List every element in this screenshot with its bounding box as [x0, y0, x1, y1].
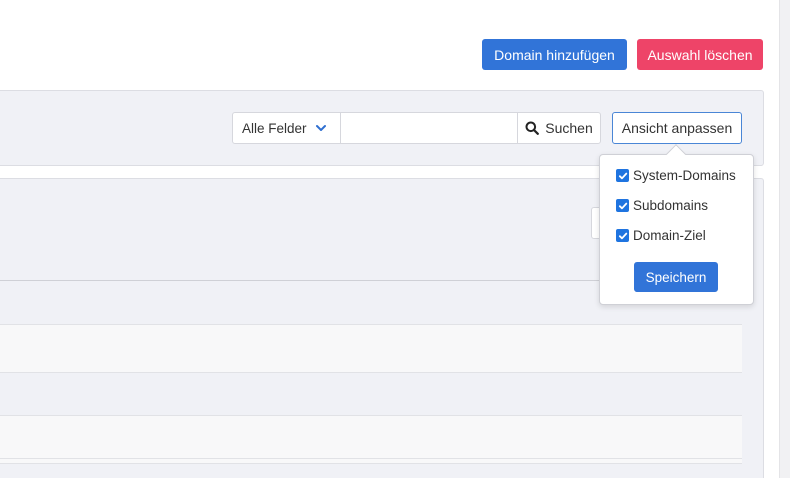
option-system-domains[interactable]: System-Domains [616, 168, 736, 183]
scrollbar[interactable] [779, 0, 790, 478]
search-icon [525, 121, 540, 135]
search-group: Alle Felder Suchen [232, 112, 601, 144]
option-domain-target[interactable]: Domain-Ziel [616, 228, 706, 243]
option-subdomains[interactable]: Subdomains [616, 198, 708, 213]
table-row[interactable] [0, 415, 742, 464]
add-domain-button[interactable]: Domain hinzufügen [482, 39, 627, 70]
search-button[interactable]: Suchen [517, 113, 600, 143]
search-input[interactable] [341, 113, 517, 143]
checkbox-checked-icon[interactable] [616, 169, 629, 182]
customize-view-button[interactable]: Ansicht anpassen [612, 112, 742, 144]
field-select[interactable]: Alle Felder [233, 113, 341, 143]
table-row-divider [0, 458, 742, 459]
option-label: System-Domains [633, 168, 736, 183]
chevron-down-icon [315, 125, 326, 131]
field-select-value: Alle Felder [242, 120, 307, 136]
table-row[interactable] [0, 324, 742, 373]
checkbox-checked-icon[interactable] [616, 229, 629, 242]
checkbox-checked-icon[interactable] [616, 199, 629, 212]
delete-selection-button[interactable]: Auswahl löschen [637, 39, 763, 70]
option-label: Domain-Ziel [633, 228, 706, 243]
option-label: Subdomains [633, 198, 709, 213]
search-button-label: Suchen [545, 120, 593, 136]
save-view-button[interactable]: Speichern [634, 262, 718, 292]
